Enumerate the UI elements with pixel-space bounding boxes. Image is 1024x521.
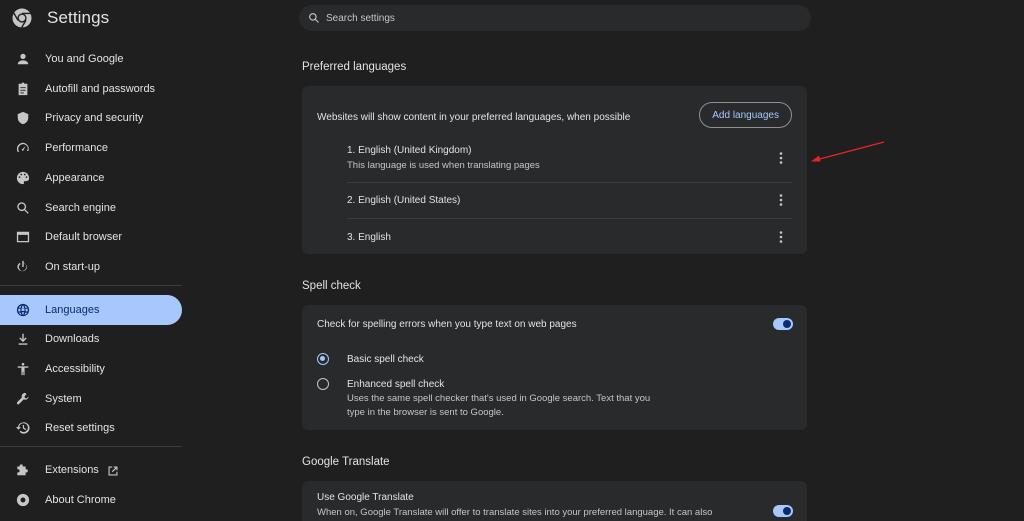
google-translate-toggle-label: Use Google Translate	[317, 492, 414, 503]
download-icon	[16, 332, 30, 346]
section-title-preferred-languages: Preferred languages	[302, 61, 407, 73]
google-translate-description: When on, Google Translate will offer to …	[317, 507, 713, 518]
language-row: 3. English	[347, 229, 792, 248]
power-icon	[16, 260, 30, 274]
sidebar-item-label: Search engine	[45, 202, 116, 214]
puzzle-icon	[16, 463, 30, 477]
sidebar-item-label: You and Google	[45, 53, 124, 65]
preferred-languages-card: Websites will show content in your prefe…	[302, 86, 807, 254]
sidebar-item-reset-settings[interactable]: Reset settings	[0, 413, 182, 443]
search-icon	[309, 13, 319, 23]
preferred-languages-description: Websites will show content in your prefe…	[317, 112, 631, 123]
google-translate-toggle[interactable]	[773, 505, 793, 517]
sidebar-item-privacy[interactable]: Privacy and security	[0, 103, 182, 133]
sidebar-item-default-browser[interactable]: Default browser	[0, 222, 182, 252]
sidebar-item-label: About Chrome	[45, 494, 116, 506]
annotation-arrow	[811, 141, 885, 162]
sidebar-item-system[interactable]: System	[0, 384, 182, 414]
sidebar-divider	[0, 446, 182, 447]
search-bar[interactable]	[299, 5, 811, 31]
clipboard-icon	[16, 82, 30, 96]
row-divider	[347, 218, 792, 219]
language-name: 1. English (United Kingdom)	[347, 145, 472, 156]
sidebar-item-autofill[interactable]: Autofill and passwords	[0, 74, 182, 104]
speedometer-icon	[16, 141, 30, 155]
enhanced-spell-check-radio[interactable]	[317, 378, 329, 390]
sidebar-item-label: Downloads	[45, 333, 100, 345]
more-actions-button[interactable]	[775, 229, 787, 245]
sidebar-item-search-engine[interactable]: Search engine	[0, 193, 182, 223]
sidebar-item-label: On start-up	[45, 261, 101, 273]
sidebar-item-label: Accessibility	[45, 363, 105, 375]
history-icon	[16, 421, 30, 435]
shield-icon	[16, 111, 30, 125]
google-translate-card: Use Google Translate When on, Google Tra…	[302, 481, 807, 521]
chrome-logo-icon	[12, 8, 32, 28]
sidebar-item-label: Extensions	[45, 464, 99, 476]
enhanced-spell-check-description-line: Uses the same spell checker that's used …	[347, 393, 651, 404]
sidebar-item-downloads[interactable]: Downloads	[0, 324, 182, 354]
section-title-google-translate: Google Translate	[302, 456, 390, 468]
language-name: 2. English (United States)	[347, 195, 461, 206]
sidebar-divider	[0, 285, 182, 286]
sidebar-item-label: Performance	[45, 142, 108, 154]
globe-icon	[16, 303, 30, 317]
brand: Settings	[12, 7, 109, 29]
open-in-new-icon	[107, 464, 119, 476]
basic-spell-check-radio[interactable]	[317, 353, 329, 365]
spell-check-card: Check for spelling errors when you type …	[302, 305, 807, 430]
palette-icon	[16, 171, 30, 185]
sidebar-item-you-and-google[interactable]: You and Google	[0, 44, 182, 74]
sidebar-item-on-startup[interactable]: On start-up	[0, 252, 182, 282]
more-vert-icon	[779, 194, 783, 206]
sidebar-item-extensions[interactable]: Extensions	[0, 455, 182, 485]
language-row: 2. English (United States)	[347, 192, 792, 211]
search-input[interactable]	[326, 12, 786, 24]
accessibility-icon	[16, 362, 30, 376]
wrench-icon	[16, 392, 30, 406]
sidebar-item-accessibility[interactable]: Accessibility	[0, 354, 182, 384]
add-languages-button[interactable]: Add languages	[699, 102, 792, 128]
more-actions-button[interactable]	[775, 192, 787, 208]
spell-check-toggle-label: Check for spelling errors when you type …	[317, 319, 577, 330]
sidebar-item-label: Privacy and security	[45, 112, 144, 124]
sidebar-item-label: Autofill and passwords	[45, 83, 156, 95]
basic-spell-check-label: Basic spell check	[347, 354, 424, 365]
sidebar-item-label: Appearance	[45, 172, 105, 184]
language-subtitle: This language is used when translating p…	[347, 160, 540, 171]
more-vert-icon	[779, 152, 783, 164]
sidebar: Settings You and Google Autofill and pas…	[0, 0, 190, 521]
sidebar-item-languages[interactable]: Languages	[0, 295, 182, 325]
sidebar-item-performance[interactable]: Performance	[0, 133, 182, 163]
row-divider	[347, 182, 792, 183]
more-actions-button[interactable]	[775, 150, 787, 166]
more-vert-icon	[779, 231, 783, 243]
search-icon	[16, 201, 30, 215]
sidebar-item-label: System	[45, 393, 82, 405]
enhanced-spell-check-description: Uses the same spell checker that's used …	[347, 392, 687, 420]
browser-icon	[16, 230, 30, 244]
person-icon	[16, 52, 30, 66]
language-name: 3. English	[347, 232, 391, 243]
sidebar-item-label: Default browser	[45, 231, 123, 243]
sidebar-item-label: Languages	[45, 304, 100, 316]
sidebar-item-appearance[interactable]: Appearance	[0, 163, 182, 193]
language-row: 1. English (United Kingdom) This languag…	[347, 145, 792, 183]
sidebar-item-about-chrome[interactable]: About Chrome	[0, 485, 182, 515]
spell-check-toggle[interactable]	[773, 318, 793, 330]
section-title-spell-check: Spell check	[302, 280, 361, 292]
enhanced-spell-check-description-line: type in the browser is sent to Google.	[347, 407, 504, 418]
sidebar-item-label: Reset settings	[45, 422, 115, 434]
enhanced-spell-check-label: Enhanced spell check	[347, 379, 445, 390]
chrome-icon	[16, 493, 30, 507]
page-title: Settings	[47, 8, 110, 27]
